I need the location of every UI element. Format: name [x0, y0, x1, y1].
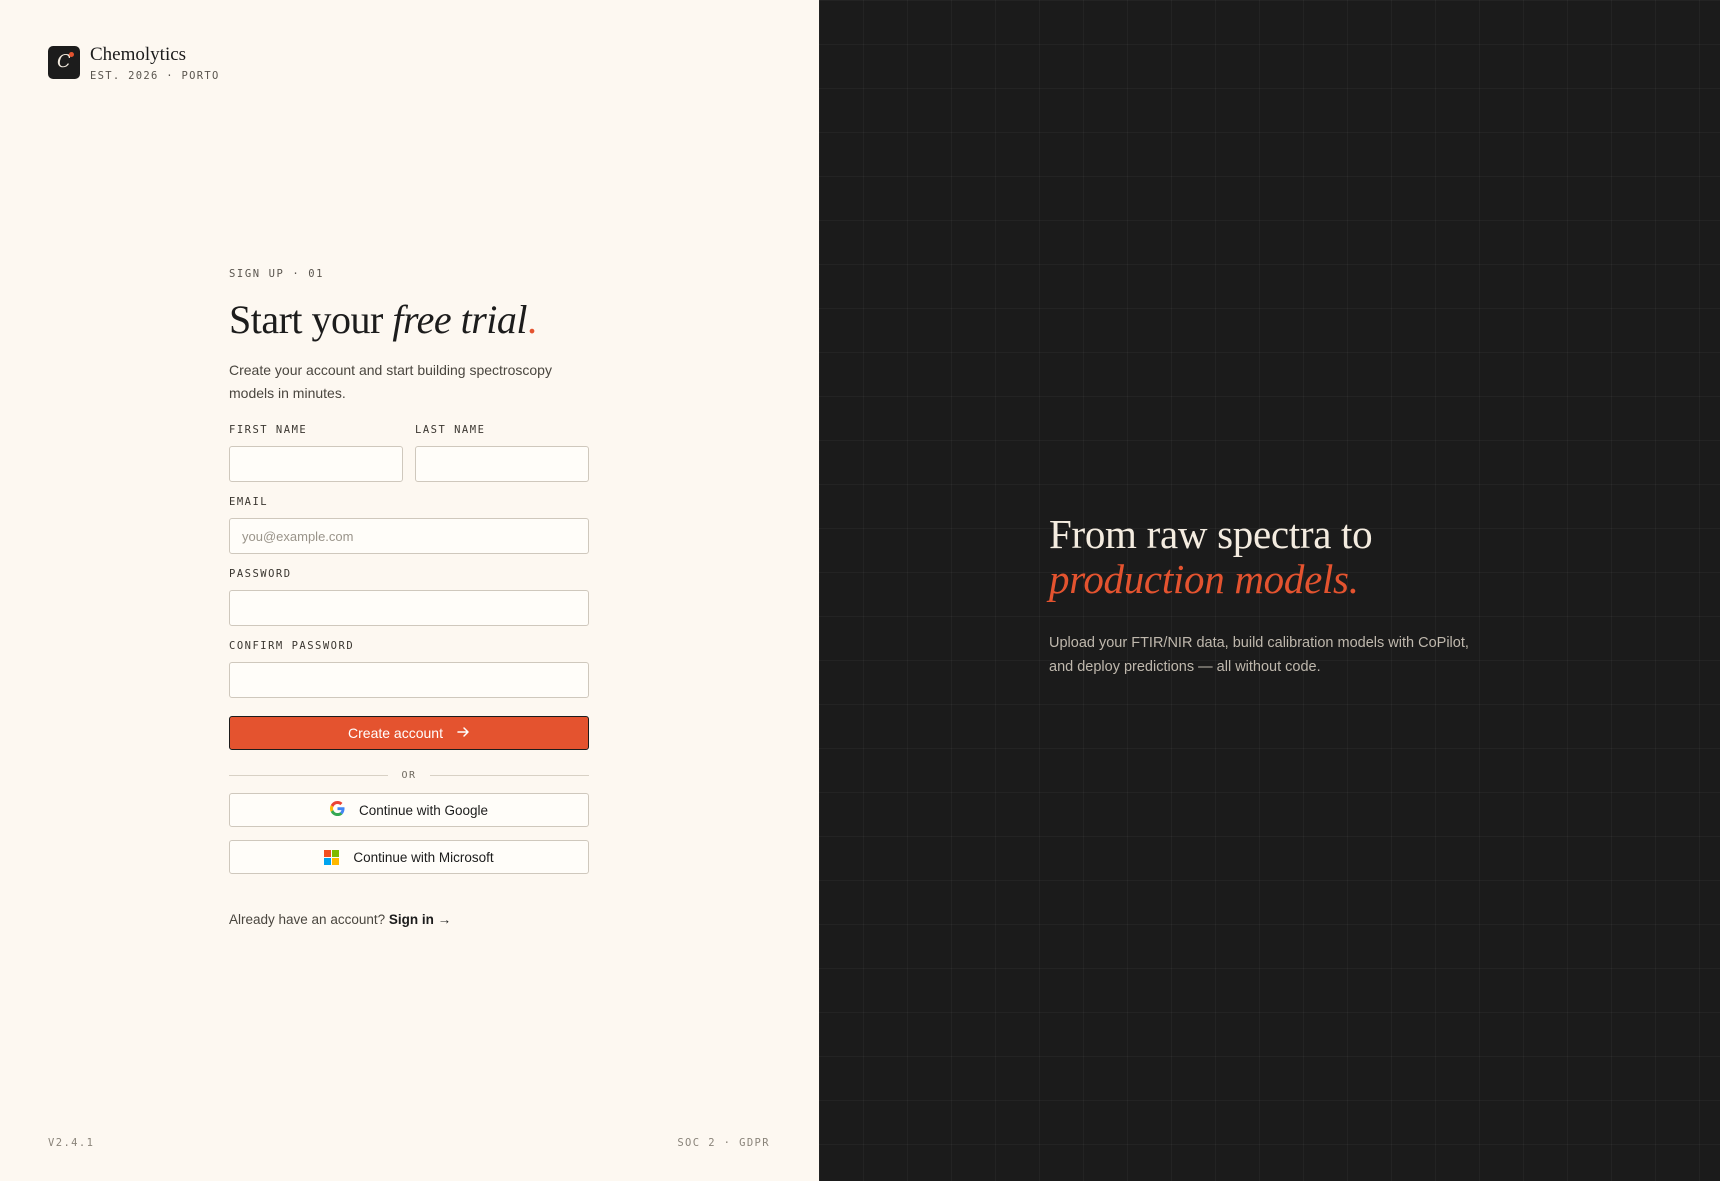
signin-prompt-text: Already have an account?: [229, 912, 386, 927]
divider-line-right: [429, 774, 590, 776]
divider-label: OR: [401, 769, 417, 781]
hero-body: Upload your FTIR/NIR data, build calibra…: [1049, 635, 1469, 675]
signup-form: SIGN UP · 01 Start your free trial. Crea…: [229, 268, 590, 927]
email-field[interactable]: [229, 518, 589, 554]
hero-line-2: production models.: [1049, 556, 1359, 602]
last-name-label: LAST NAME: [415, 424, 486, 436]
password-field[interactable]: [229, 590, 589, 626]
hero-line-1: From raw spectra to: [1049, 511, 1373, 557]
divider-line-left: [229, 774, 389, 776]
hero: From raw spectra to production models. U…: [1049, 512, 1469, 679]
continue-with-microsoft-button[interactable]: Continue with Microsoft: [229, 840, 589, 874]
marketing-panel: From raw spectra to production models. U…: [819, 0, 1720, 1181]
logo-dot: [69, 52, 74, 57]
title-accent-dot: .: [526, 297, 537, 342]
microsoft-button-label: Continue with Microsoft: [353, 849, 494, 865]
create-account-label: Create account: [348, 725, 443, 741]
first-name-label: FIRST NAME: [229, 424, 308, 436]
title-emphasis: free trial: [392, 297, 527, 342]
confirm-password-field[interactable]: [229, 662, 589, 698]
first-name-field[interactable]: [229, 446, 403, 482]
or-divider: OR: [229, 768, 590, 782]
brand-logo: C: [48, 46, 80, 79]
version-label: V2.4.1: [48, 1137, 95, 1149]
compliance-label: SOC 2 · GDPR: [677, 1137, 770, 1149]
brand: C Chemolytics EST. 2026 · PORTO: [48, 44, 220, 82]
signin-link[interactable]: Sign in →: [389, 912, 451, 927]
hero-heading: From raw spectra to production models.: [1049, 512, 1469, 602]
signup-panel: C Chemolytics EST. 2026 · PORTO SIGN UP …: [0, 0, 819, 1181]
email-label: EMAIL: [229, 496, 269, 508]
google-icon: [329, 801, 345, 819]
brand-tagline: EST. 2026 · PORTO: [90, 70, 220, 82]
last-name-field[interactable]: [415, 446, 589, 482]
form-description: Create your account and start building s…: [229, 362, 552, 401]
brand-name: Chemolytics: [90, 44, 187, 65]
title-start: Start your: [229, 297, 393, 342]
page-title: Start your free trial.: [229, 298, 589, 342]
create-account-button[interactable]: Create account: [229, 716, 589, 750]
form-eyebrow: SIGN UP · 01: [229, 268, 325, 280]
google-button-label: Continue with Google: [358, 802, 489, 818]
microsoft-icon: [324, 849, 340, 865]
password-label: PASSWORD: [229, 568, 292, 580]
arrow-right-icon: [457, 725, 470, 741]
continue-with-google-button[interactable]: Continue with Google: [229, 793, 589, 827]
signin-prompt: Already have an account? Sign in →: [229, 912, 589, 927]
confirm-password-label: CONFIRM PASSWORD: [229, 640, 355, 652]
